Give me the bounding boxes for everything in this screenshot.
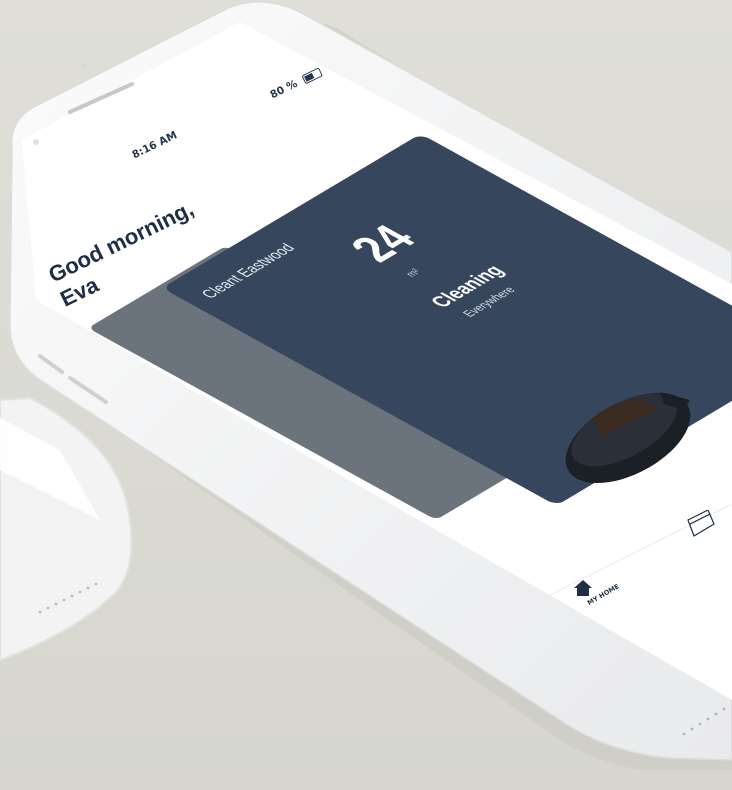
tab-bar-divider — [499, 503, 732, 621]
scene: 8:16 AM 80 % Good morning, Eva Cleant Ea… — [0, 0, 732, 790]
window-icon[interactable] — [686, 510, 716, 538]
house-icon[interactable] — [572, 578, 594, 598]
